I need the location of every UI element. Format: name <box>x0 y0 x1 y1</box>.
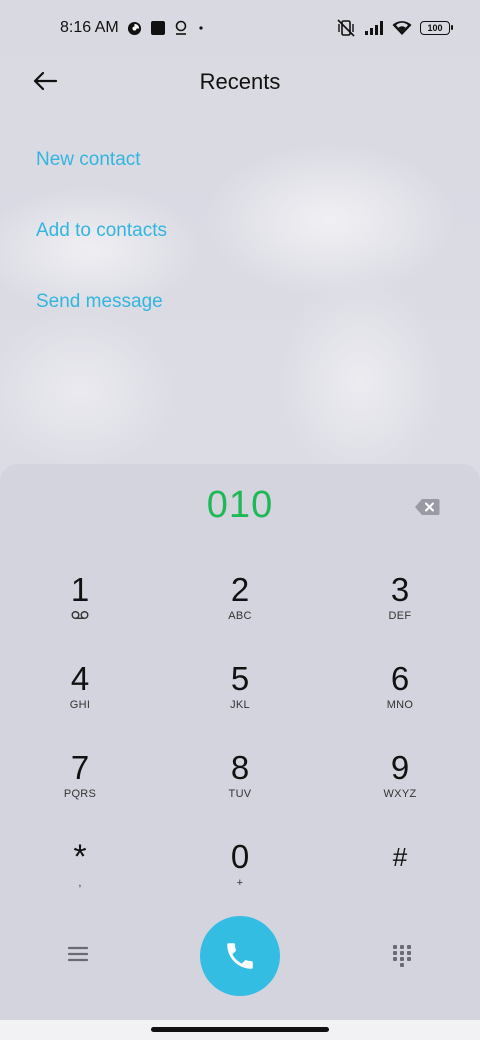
vibrate-off-icon <box>336 19 356 37</box>
backspace-icon <box>415 499 440 515</box>
key-digit: 6 <box>390 660 410 697</box>
key-letters: JKL <box>230 699 250 711</box>
page-title: Recents <box>199 69 281 94</box>
key-letters: TUV <box>228 788 252 800</box>
hamburger-menu-icon <box>67 946 89 962</box>
key-1[interactable]: 1 <box>0 572 160 661</box>
key-6[interactable]: 6 MNO <box>320 661 480 750</box>
menu-button[interactable] <box>66 944 90 964</box>
key-digit: # <box>392 842 408 872</box>
battery-indicator: 100 <box>420 21 453 35</box>
key-letters: , <box>78 877 82 889</box>
key-digit: 0 <box>230 838 250 875</box>
dialpad-toggle-button[interactable] <box>392 944 412 968</box>
key-digit: 2 <box>230 571 250 608</box>
data-saver-icon <box>127 21 142 36</box>
key-letters: ABC <box>228 610 252 622</box>
number-actions: New contact Add to contacts Send message <box>36 136 167 349</box>
status-time: 8:16 AM <box>60 19 119 36</box>
status-bar: 8:16 AM 100 <box>0 0 480 56</box>
home-indicator[interactable] <box>151 1027 329 1032</box>
key-digit: 9 <box>390 749 410 786</box>
signal-icon <box>364 20 384 36</box>
dialer-panel: 010 1 2 ABC 3 DEF 4 GHI 5 JKL 6 MNO 7 PQ… <box>0 464 480 1040</box>
wifi-icon <box>392 20 412 36</box>
location-pin-icon <box>174 20 188 36</box>
key-letters: + <box>236 877 244 889</box>
key-5[interactable]: 5 JKL <box>160 661 320 750</box>
new-contact-link[interactable]: New contact <box>36 136 167 207</box>
add-to-contacts-link[interactable]: Add to contacts <box>36 207 167 278</box>
key-letters: GHI <box>69 699 91 711</box>
dialed-number: 010 <box>206 484 274 526</box>
top-app-bar: Recents <box>0 56 480 108</box>
voicemail-icon <box>71 610 89 624</box>
key-3[interactable]: 3 DEF <box>320 572 480 661</box>
dialer-action-row <box>0 916 480 996</box>
key-letters: DEF <box>388 610 412 622</box>
dot-icon <box>196 23 206 33</box>
square-notification-icon <box>150 20 166 36</box>
key-hash[interactable]: # <box>320 839 480 928</box>
dialpad: 1 2 ABC 3 DEF 4 GHI 5 JKL 6 MNO 7 PQRS 8… <box>0 572 480 928</box>
key-4[interactable]: 4 GHI <box>0 661 160 750</box>
key-digit: 7 <box>70 749 90 786</box>
key-digit: 8 <box>230 749 250 786</box>
key-2[interactable]: 2 ABC <box>160 572 320 661</box>
call-button[interactable] <box>200 916 280 996</box>
dialpad-icon <box>393 945 411 967</box>
arrow-left-icon <box>33 71 58 91</box>
key-digit: 3 <box>390 571 410 608</box>
key-0[interactable]: 0 + <box>160 839 320 928</box>
key-8[interactable]: 8 TUV <box>160 750 320 839</box>
backspace-button[interactable] <box>414 498 440 516</box>
key-digit: 4 <box>70 660 90 697</box>
back-button[interactable] <box>30 66 60 96</box>
phone-icon <box>227 943 253 969</box>
key-letters: MNO <box>386 699 414 711</box>
key-star[interactable]: * , <box>0 839 160 928</box>
key-digit: 5 <box>230 660 250 697</box>
key-digit: 1 <box>70 571 90 608</box>
key-letters: WXYZ <box>383 788 417 800</box>
key-letters: PQRS <box>63 788 97 800</box>
key-digit: * <box>73 838 87 876</box>
key-7[interactable]: 7 PQRS <box>0 750 160 839</box>
send-message-link[interactable]: Send message <box>36 278 167 349</box>
key-9[interactable]: 9 WXYZ <box>320 750 480 839</box>
